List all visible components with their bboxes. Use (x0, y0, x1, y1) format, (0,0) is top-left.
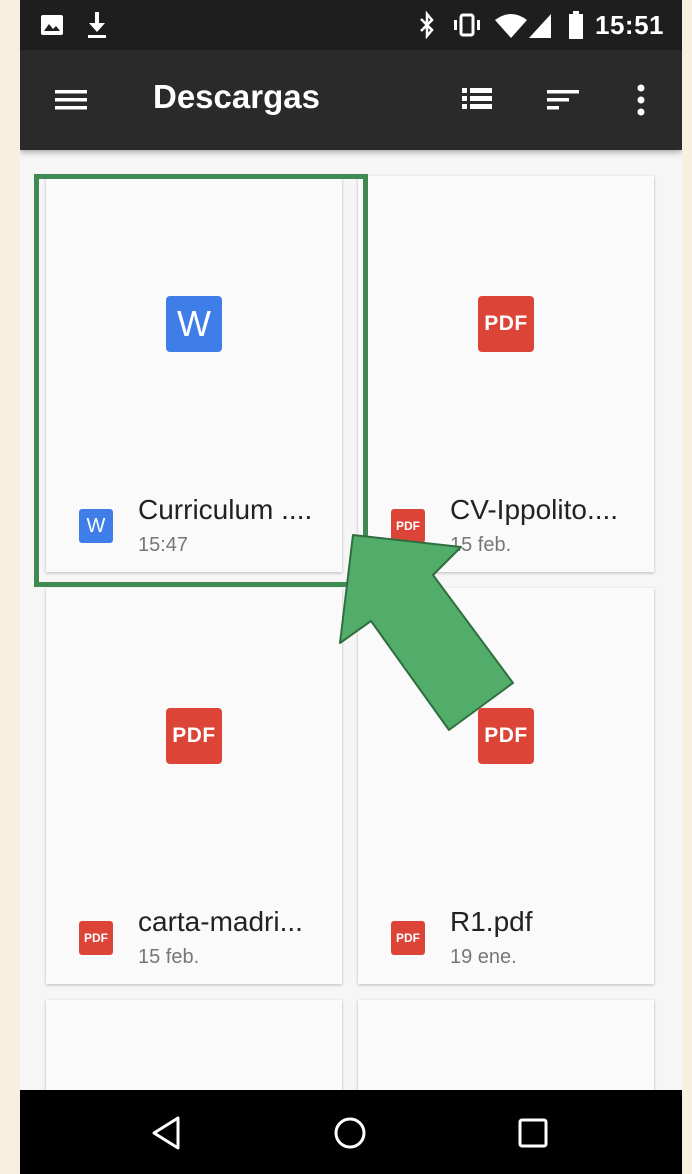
file-name: carta-madri... (138, 906, 303, 937)
pdf-file-type-icon: PDF (391, 921, 425, 955)
file-date: 15 feb. (450, 534, 512, 556)
signal-icon (529, 14, 551, 38)
file-thumbnail: PDF (358, 588, 654, 878)
pdf-icon: PDF (478, 296, 534, 352)
menu-icon[interactable] (46, 75, 96, 125)
file-card-r1[interactable]: PDF PDF R1.pdf 19 ene. (358, 588, 654, 984)
file-card-curriculum[interactable]: W W Curriculum .... 15:47 (46, 176, 342, 572)
word-doc-icon: W (166, 296, 222, 352)
battery-icon (569, 11, 583, 39)
word-file-type-icon: W (79, 509, 113, 543)
status-bar: 15:51 (20, 0, 682, 50)
file-thumbnail: PDF (46, 588, 342, 878)
file-card-cv-ippolito[interactable]: PDF PDF CV-Ippolito.... 15 feb. (358, 176, 654, 572)
app-toolbar: Descargas (20, 50, 682, 150)
file-name: CV-Ippolito.... (450, 494, 619, 525)
file-date: 15:47 (138, 534, 189, 556)
vibrate-icon (454, 13, 480, 37)
file-date: 15 feb. (138, 946, 200, 968)
file-name: Curriculum .... (138, 494, 313, 525)
more-vert-icon[interactable] (616, 75, 666, 125)
file-thumbnail: W (46, 176, 342, 466)
list-view-icon[interactable] (452, 75, 502, 125)
navigation-bar (20, 1090, 682, 1174)
file-thumbnail: PDF (358, 176, 654, 466)
file-card-carta-madrid[interactable]: PDF PDF carta-madri... 15 feb. (46, 588, 342, 984)
wifi-icon (495, 14, 527, 38)
status-time: 15:51 (595, 10, 664, 40)
recents-icon[interactable] (506, 1106, 560, 1160)
sort-icon[interactable] (538, 75, 588, 125)
file-name: R1.pdf (450, 906, 533, 937)
image-icon (41, 15, 63, 35)
file-date: 19 ene. (450, 946, 517, 968)
pdf-file-type-icon: PDF (391, 509, 425, 543)
pdf-file-type-icon: PDF (79, 921, 113, 955)
pdf-icon: PDF (166, 708, 222, 764)
home-icon[interactable] (323, 1106, 377, 1160)
bluetooth-icon (420, 11, 434, 39)
download-icon (88, 12, 106, 38)
pdf-icon: PDF (478, 708, 534, 764)
page-title: Descargas (153, 78, 320, 115)
back-icon[interactable] (140, 1106, 194, 1160)
phone-screen: 15:51 Descargas W W Curriculum .... 15:4… (20, 0, 682, 1174)
